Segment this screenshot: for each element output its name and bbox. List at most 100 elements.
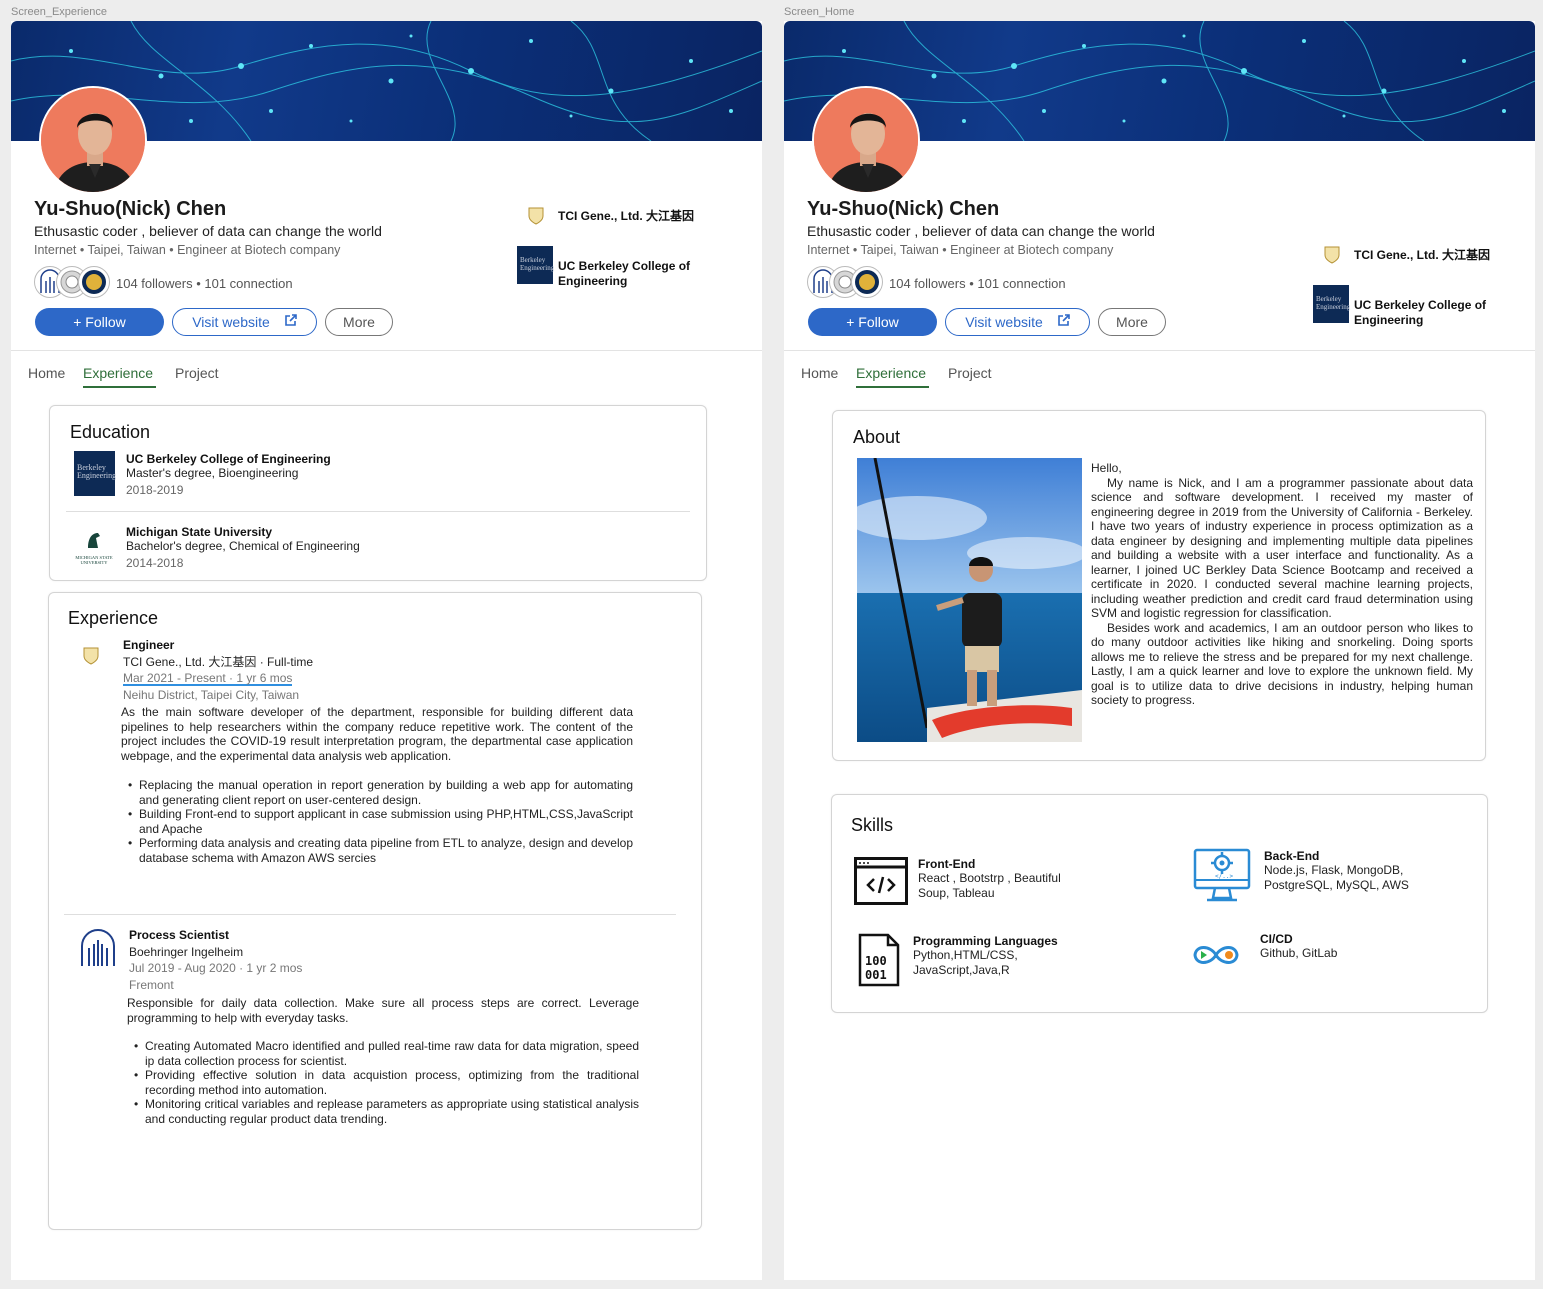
about-title: About: [853, 427, 901, 447]
skill-name: Front-End: [918, 857, 976, 871]
about-paragraph: Besides work and academics, I am an outd…: [1091, 620, 1473, 708]
visit-website-label: Visit website: [965, 314, 1043, 330]
job-company: Boehringer Ingelheim: [129, 944, 244, 959]
job-description: As the main software developer of the de…: [121, 705, 633, 763]
job-location: Neihu District, Taipei City, Taiwan: [123, 687, 300, 702]
visit-website-button[interactable]: Visit website: [172, 308, 317, 336]
job-bullets: Replacing the manual operation in report…: [124, 778, 633, 865]
profile-photo: [857, 458, 1082, 742]
list-item: Monitoring critical variables and replea…: [130, 1097, 639, 1126]
job-dates: Jul 2019 - Aug 2020 · 1 yr 2 mos: [129, 961, 303, 975]
tab-experience[interactable]: Experience: [83, 365, 153, 381]
profile-meta: Internet • Taipei, Taiwan • Engineer at …: [34, 243, 341, 257]
education-title: Education: [70, 422, 151, 442]
berkeley-logo-icon: Berkeley Engineering: [74, 451, 116, 496]
current-school[interactable]: UC Berkeley College of Engineering: [558, 259, 708, 289]
about-greeting: Hello,: [1091, 461, 1122, 475]
about-card: About Hello, My name is Nick, and I am a…: [832, 410, 1486, 761]
tci-logo-icon: [1324, 246, 1340, 264]
profile-name: Yu-Shuo(Nick) Chen: [34, 198, 227, 220]
tab-project[interactable]: Project: [175, 365, 219, 381]
tab-experience[interactable]: Experience: [856, 365, 926, 381]
skill-name: Back-End: [1264, 849, 1320, 863]
divider: [11, 350, 762, 351]
profile-avatar: [39, 86, 147, 194]
berkeley-logo-icon: Berkeley Engineering: [1313, 285, 1350, 323]
svg-text:</..>: </..>: [1215, 873, 1233, 880]
about-paragraph: My name is Nick, and I am a programmer p…: [1091, 475, 1473, 621]
education-item[interactable]: Michigan State University Bachelor's deg…: [126, 525, 360, 570]
list-item: Building Front-end to support applicant …: [124, 807, 633, 836]
current-company[interactable]: TCI Gene., Ltd. 大江基因: [558, 209, 694, 224]
edu-years: 2014-2018: [126, 556, 184, 570]
list-item: Replacing the manual operation in report…: [124, 778, 633, 807]
edu-years: 2018-2019: [126, 483, 184, 497]
frame-label-home: Screen_Home: [784, 6, 855, 18]
follower-logos: [807, 266, 883, 300]
tab-home[interactable]: Home: [801, 365, 838, 381]
profile-headline: Ethusastic coder , believer of data can …: [34, 223, 382, 239]
job-header[interactable]: Engineer TCI Gene., Ltd. 大江基因 · Full-tim…: [123, 637, 313, 703]
experience-title: Experience: [68, 608, 159, 628]
visit-website-label: Visit website: [192, 314, 270, 330]
follower-count[interactable]: 104 followers • 101 connection: [889, 276, 1066, 291]
job-location: Fremont: [129, 977, 174, 992]
infinity-loop-icon: [1190, 941, 1242, 974]
list-item: Providing effective solution in data acq…: [130, 1068, 639, 1097]
monitor-gear-icon: </..>: [1193, 848, 1251, 909]
profile-name: Yu-Shuo(Nick) Chen: [807, 198, 1000, 220]
skill-desc: React , Bootstrp , Beautiful Soup, Table…: [918, 871, 1061, 900]
follow-button[interactable]: + Follow: [35, 308, 164, 336]
active-tab-indicator: [83, 386, 156, 388]
skill-item: Back-End Node.js, Flask, MongoDB, Postgr…: [1264, 849, 1434, 893]
tab-home[interactable]: Home: [28, 365, 65, 381]
skill-desc: Python,HTML/CSS, JavaScript,Java,R: [913, 948, 1018, 977]
edu-school: Michigan State University: [126, 525, 273, 539]
divider: [64, 914, 676, 915]
external-link-icon: [1057, 314, 1070, 330]
edu-school: UC Berkeley College of Engineering: [126, 452, 331, 466]
education-card: Education Berkeley Engineering UC Berkel…: [49, 405, 707, 581]
active-tab-indicator: [856, 386, 929, 388]
job-header[interactable]: Process Scientist Boehringer Ingelheim J…: [129, 927, 302, 993]
more-button[interactable]: More: [1098, 308, 1166, 336]
job-title: Process Scientist: [129, 928, 230, 942]
external-link-icon: [284, 314, 297, 330]
job-dates: Mar 2021 - Present · 1 yr 6 mos: [123, 671, 293, 686]
tab-project[interactable]: Project: [948, 365, 992, 381]
follow-button[interactable]: + Follow: [808, 308, 937, 336]
skill-desc: Github, GitLab: [1260, 946, 1338, 960]
skill-item: Front-End React , Bootstrp , Beautiful S…: [918, 857, 1088, 901]
skill-name: Programming Languages: [913, 934, 1058, 948]
edu-degree: Bachelor's degree, Chemical of Engineeri…: [126, 539, 360, 553]
follower-count[interactable]: 104 followers • 101 connection: [116, 276, 293, 291]
current-company[interactable]: TCI Gene., Ltd. 大江基因: [1354, 248, 1490, 263]
svg-text:001: 001: [865, 968, 887, 982]
about-text: Hello, My name is Nick, and I am a progr…: [1091, 461, 1473, 708]
list-item: Performing data analysis and creating da…: [124, 836, 633, 865]
skills-title: Skills: [851, 815, 894, 835]
profile-meta: Internet • Taipei, Taiwan • Engineer at …: [807, 243, 1114, 257]
code-window-icon: [854, 857, 908, 910]
binary-file-icon: 100 001: [858, 933, 900, 992]
svg-text:100: 100: [865, 954, 887, 968]
skills-card: Skills Front-End React , Bootstrp , Beau…: [831, 794, 1488, 1013]
screen-experience: Yu-Shuo(Nick) Chen Ethusastic coder , be…: [11, 21, 762, 1280]
education-item[interactable]: UC Berkeley College of Engineering Maste…: [126, 452, 331, 497]
follower-logos: [34, 266, 110, 300]
current-school[interactable]: UC Berkeley College of Engineering: [1354, 298, 1504, 328]
more-button[interactable]: More: [325, 308, 393, 336]
visit-website-button[interactable]: Visit website: [945, 308, 1090, 336]
screen-home: Yu-Shuo(Nick) Chen Ethusastic coder , be…: [784, 21, 1535, 1280]
tci-logo-icon: [83, 647, 99, 665]
job-company: TCI Gene., Ltd. 大江基因 · Full-time: [123, 654, 314, 669]
divider: [784, 350, 1535, 351]
skill-item: Programming Languages Python,HTML/CSS, J…: [913, 934, 1083, 978]
frame-label-experience: Screen_Experience: [11, 6, 108, 18]
msu-logo-icon: MICHIGAN STATE UNIVERSITY: [72, 530, 116, 565]
boehringer-logo-icon: [76, 926, 120, 975]
berkeley-logo-icon: Berkeley Engineering: [517, 246, 554, 284]
berkeley-seal-icon: [78, 266, 110, 298]
skill-desc: Node.js, Flask, MongoDB, PostgreSQL, MyS…: [1264, 863, 1409, 892]
job-title: Engineer: [123, 638, 175, 652]
